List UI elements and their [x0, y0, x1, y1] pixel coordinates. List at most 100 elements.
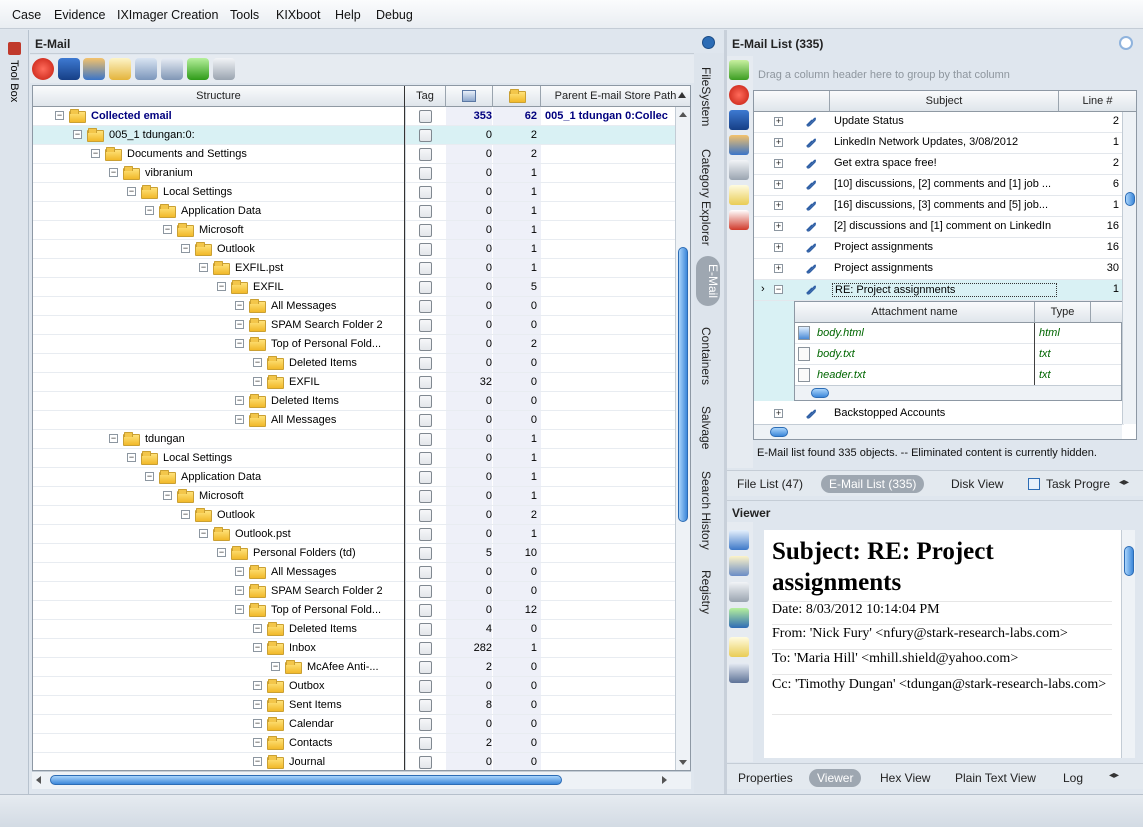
expand-icon[interactable]: + — [774, 201, 783, 210]
email-tree-grid[interactable]: Structure Tag Parent E-mail Store Path −… — [32, 85, 691, 771]
tag-checkbox[interactable] — [419, 262, 432, 275]
collapse-icon[interactable]: − — [199, 263, 208, 272]
print-icon[interactable] — [729, 582, 749, 602]
tree-row[interactable]: − Collected email 353 62 005_1 tdungan 0:Col… — [33, 107, 690, 126]
tree-row[interactable]: − Local Settings 0 1 — [33, 183, 690, 202]
attachments-grid[interactable]: Attachment name Type body.html html body.t… — [794, 301, 1123, 401]
email-row[interactable]: › − RE: Project assignments 1 — [754, 280, 1124, 301]
tree-row[interactable]: − vibranium 0 1 — [33, 164, 690, 183]
collapse-icon[interactable]: − — [235, 586, 244, 595]
col-tag[interactable]: Tag — [405, 86, 446, 107]
tree-vscroll-thumb[interactable] — [678, 247, 688, 522]
collapse-icon[interactable]: − — [199, 529, 208, 538]
tag-checkbox[interactable] — [419, 623, 432, 636]
delete-note-icon[interactable] — [729, 210, 749, 230]
collapse-icon[interactable]: − — [253, 738, 262, 747]
menu-help[interactable]: Help — [335, 8, 361, 22]
tree-row[interactable]: − Application Data 0 1 — [33, 202, 690, 221]
collapse-icon[interactable]: − — [181, 244, 190, 253]
tree-row[interactable]: − All Messages 0 0 — [33, 411, 690, 430]
collapse-icon[interactable]: − — [127, 187, 136, 196]
tree-row[interactable]: − Microsoft 0 1 — [33, 487, 690, 506]
collapse-icon[interactable]: − — [253, 624, 262, 633]
tag-checkbox[interactable] — [419, 509, 432, 522]
add-icon[interactable] — [187, 58, 209, 80]
tree-row[interactable]: − EXFIL 0 5 — [33, 278, 690, 297]
tag-checkbox[interactable] — [419, 471, 432, 484]
tree-row[interactable]: − Deleted Items 0 0 — [33, 392, 690, 411]
tag-checkbox[interactable] — [419, 357, 432, 370]
collapse-icon[interactable]: − — [253, 358, 262, 367]
collapse-icon[interactable]: − — [271, 662, 280, 671]
email-row[interactable]: + [16] discussions, [3] comments and [5] … — [754, 196, 1124, 217]
expand-icon[interactable]: + — [774, 243, 783, 252]
menu-iximager-creation[interactable]: IXImager Creation — [117, 8, 218, 22]
attachment-row[interactable]: header.txt txt — [795, 365, 1121, 386]
collapse-icon[interactable]: − — [235, 567, 244, 576]
email-row[interactable]: + Backstopped Accounts — [754, 404, 1124, 425]
email-vscroll[interactable] — [1122, 112, 1136, 424]
tree-row[interactable]: − Contacts 2 0 — [33, 734, 690, 753]
tag-checkbox[interactable] — [419, 281, 432, 294]
tree-row[interactable]: − Microsoft 0 1 — [33, 221, 690, 240]
tree-row[interactable]: − Application Data 0 1 — [33, 468, 690, 487]
tag-checkbox[interactable] — [419, 452, 432, 465]
expand-icon[interactable]: + — [774, 222, 783, 231]
tag-checkbox[interactable] — [419, 376, 432, 389]
tree-row[interactable]: − SPAM Search Folder 2 0 0 — [33, 582, 690, 601]
tree-row[interactable]: − Journal 0 0 — [33, 753, 690, 770]
tag-checkbox[interactable] — [419, 756, 432, 769]
print-icon[interactable] — [729, 160, 749, 180]
copy-icon[interactable] — [729, 663, 749, 683]
collapse-icon[interactable]: − — [127, 453, 136, 462]
users-icon[interactable] — [729, 135, 749, 155]
tag-checkbox[interactable] — [419, 186, 432, 199]
tree-row[interactable]: − McAfee Anti-... 2 0 — [33, 658, 690, 677]
email-row[interactable]: + Project assignments 16 — [754, 238, 1124, 259]
collapse-icon[interactable]: − — [253, 377, 262, 386]
expand-icon[interactable]: + — [774, 409, 783, 418]
expand-icon[interactable]: + — [774, 117, 783, 126]
tag-checkbox[interactable] — [419, 718, 432, 731]
collapse-icon[interactable]: − — [235, 320, 244, 329]
tag-checkbox[interactable] — [419, 528, 432, 541]
tab-scroll-arrows[interactable]: ◂▸ — [1119, 477, 1129, 488]
save-icon[interactable] — [58, 58, 80, 80]
tree-row[interactable]: − Outlook 0 2 — [33, 506, 690, 525]
tag-checkbox[interactable] — [419, 148, 432, 161]
tag-checkbox[interactable] — [419, 699, 432, 712]
email-row[interactable]: + Update Status 2 — [754, 112, 1124, 133]
collapse-icon[interactable]: − — [145, 206, 154, 215]
collapse-icon[interactable]: − — [91, 149, 100, 158]
pin-icon[interactable] — [702, 36, 715, 49]
tree-row[interactable]: − Sent Items 8 0 — [33, 696, 690, 715]
tree-row[interactable]: − Top of Personal Fold... 0 12 — [33, 601, 690, 620]
tab-properties[interactable]: Properties — [738, 771, 793, 785]
email-vscroll-thumb[interactable] — [1125, 192, 1135, 206]
collapse-icon[interactable]: − — [217, 282, 226, 291]
tag-checkbox[interactable] — [419, 414, 432, 427]
tag-checkbox[interactable] — [419, 167, 432, 180]
attachment-row[interactable]: body.txt txt — [795, 344, 1121, 365]
search-icon[interactable] — [109, 58, 131, 80]
tab-log[interactable]: Log — [1063, 771, 1083, 785]
expand-icon[interactable]: + — [774, 138, 783, 147]
email-row[interactable]: + [2] discussions and [1] comment on Link… — [754, 217, 1124, 238]
note-icon[interactable] — [729, 637, 749, 657]
scroll-right-icon[interactable] — [662, 776, 667, 784]
tree-row[interactable]: − Outlook 0 1 — [33, 240, 690, 259]
email-hscroll[interactable] — [754, 424, 1122, 439]
attachment-icon[interactable] — [135, 58, 157, 80]
viewer-vscroll[interactable] — [1121, 530, 1135, 758]
col-folders[interactable] — [493, 86, 541, 107]
viewer-tab-scroll-arrows[interactable]: ◂▸ — [1109, 770, 1119, 781]
tree-row[interactable]: − Outlook.pst 0 1 — [33, 525, 690, 544]
tag-checkbox[interactable] — [419, 566, 432, 579]
tree-row[interactable]: − Top of Personal Fold... 0 2 — [33, 335, 690, 354]
tag-checkbox[interactable] — [419, 205, 432, 218]
tag-checkbox[interactable] — [419, 338, 432, 351]
col-attachment-type[interactable]: Type — [1035, 302, 1091, 323]
attachments-hscroll[interactable] — [795, 385, 1121, 400]
tag-checkbox[interactable] — [419, 642, 432, 655]
expand-icon[interactable]: + — [774, 180, 783, 189]
